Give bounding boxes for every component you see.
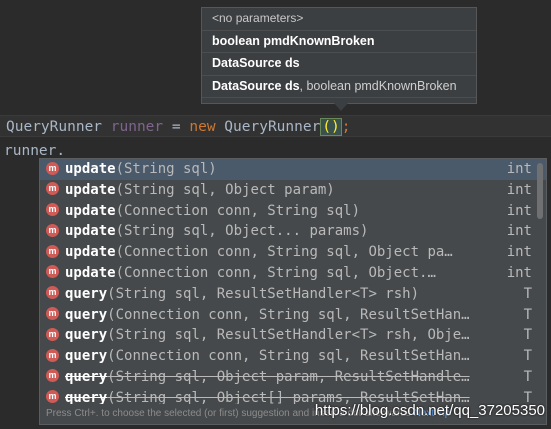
param-option-2[interactable]: DataSource ds <box>202 53 476 76</box>
completion-item[interactable]: m update(Connection conn, String sql) int <box>40 201 546 222</box>
completion-item[interactable]: m query(Connection conn, String sql, Resu… <box>40 305 546 326</box>
method-params: (String sql) <box>115 161 217 177</box>
parameter-info-popup: <no parameters> boolean pmdKnownBroken D… <box>201 7 477 111</box>
operator-token: = <box>171 119 181 135</box>
type-token: QueryRunner <box>6 119 103 135</box>
param-option-0[interactable]: <no parameters> <box>202 8 476 31</box>
method-icon: m <box>46 203 59 217</box>
method-params: (String sql, Object param, ResultSetHand… <box>107 368 470 385</box>
completion-item[interactable]: m update(Connection conn, String sql, Obj… <box>40 242 546 263</box>
code-line-current[interactable]: QueryRunner runner = new QueryRunner(); <box>0 115 551 137</box>
method-name: query <box>65 327 108 344</box>
return-type: int <box>506 161 532 177</box>
method-params: (String sql, ResultSetHandler<T> rsh, Ob… <box>107 327 470 344</box>
method-params: (String sql, Object... params) <box>115 223 369 240</box>
method-name: update <box>65 181 116 198</box>
param-option-text: <no parameters> <box>212 11 304 25</box>
method-params: (String sql, ResultSetHandler<T> rsh) <box>107 285 420 302</box>
method-params: (Connection conn, String sql, ResultSetH… <box>107 306 470 323</box>
method-icon: m <box>46 182 59 196</box>
method-params: (Connection conn, String sql, Object.… <box>115 264 436 281</box>
return-type: int <box>506 202 532 219</box>
completion-item[interactable]: m query(String sql, ResultSetHandler<T> r… <box>40 325 546 346</box>
return-type: T <box>523 327 532 344</box>
completion-item[interactable]: m query(String sql, Object param, ResultS… <box>40 367 546 388</box>
watermark: https://blog.csdn.net/qq_37205350 <box>314 402 545 419</box>
return-type: T <box>523 306 532 323</box>
return-type: int <box>506 181 532 198</box>
completion-item[interactable]: m update(Connection conn, String sql, Obj… <box>40 263 546 284</box>
method-name: update <box>65 161 116 177</box>
method-params: (Connection conn, String sql, ResultSetH… <box>107 348 470 365</box>
typed-text: runner. <box>4 143 66 159</box>
completion-popup: m update(String sql) int m update(String sql… <box>39 158 547 425</box>
method-icon: m <box>46 327 59 341</box>
completion-item[interactable]: m query(Connection conn, String sql, Resu… <box>40 346 546 367</box>
return-type: int <box>506 223 532 240</box>
variable-token: runner <box>110 119 164 135</box>
method-name: query <box>65 348 108 365</box>
keyword-token: new <box>189 119 216 135</box>
return-type: T <box>523 368 532 385</box>
method-icon: m <box>46 161 59 175</box>
return-type: int <box>506 264 532 281</box>
method-icon: m <box>46 390 59 404</box>
return-type: T <box>523 285 532 302</box>
method-name: query <box>65 306 108 323</box>
return-type: int <box>506 244 532 261</box>
method-icon: m <box>46 265 59 279</box>
method-params: (Connection conn, String sql, Object pa… <box>115 244 453 261</box>
method-icon: m <box>46 348 59 362</box>
param-option-3[interactable]: DataSource ds, boolean pmdKnownBroken <box>202 76 476 98</box>
method-icon: m <box>46 307 59 321</box>
method-name: update <box>65 202 116 219</box>
method-params: (Connection conn, String sql) <box>115 202 361 219</box>
method-name: query <box>65 285 108 302</box>
method-icon: m <box>46 286 59 300</box>
paren-token: () <box>320 118 342 136</box>
method-name: query <box>65 368 108 385</box>
method-icon: m <box>46 223 59 237</box>
method-name: update <box>65 264 116 281</box>
class-token: QueryRunner <box>224 119 321 135</box>
param-option-text: DataSource ds <box>212 78 300 93</box>
param-option-rest: , boolean pmdKnownBroken <box>299 78 457 93</box>
semicolon-token: ; <box>341 119 351 135</box>
completion-item[interactable]: m update(String sql, Object param) int <box>40 180 546 201</box>
return-type: T <box>523 348 532 365</box>
param-option-text: DataSource ds <box>212 56 300 70</box>
method-name: update <box>65 244 116 261</box>
method-icon: m <box>46 369 59 383</box>
param-option-1[interactable]: boolean pmdKnownBroken <box>202 31 476 53</box>
method-name: update <box>65 223 116 240</box>
method-params: (String sql, Object param) <box>115 181 335 198</box>
param-option-text: boolean pmdKnownBroken <box>212 33 375 48</box>
completion-item[interactable]: m update(String sql, Object... params) int <box>40 221 546 242</box>
completion-item[interactable]: m query(String sql, ResultSetHandler<T> r… <box>40 284 546 305</box>
completion-scrollbar[interactable] <box>537 163 543 219</box>
method-icon: m <box>46 244 59 258</box>
popup-pointer <box>334 103 348 111</box>
completion-item[interactable]: m update(String sql) int <box>40 159 546 180</box>
